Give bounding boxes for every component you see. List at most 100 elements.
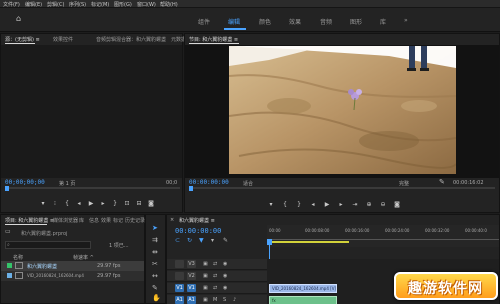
lock-icon[interactable]: ▣ (203, 273, 208, 280)
eye-icon[interactable]: ◉ (223, 261, 227, 268)
home-icon[interactable]: ⌂ (16, 14, 21, 23)
hand-tool-icon[interactable]: ✋ (152, 295, 161, 302)
track-label-v1[interactable]: V1 (187, 284, 196, 292)
source-export-frame-icon[interactable]: ◙ (147, 200, 155, 207)
razor-tool-icon[interactable]: ✂ (152, 261, 158, 268)
track-target-v2[interactable] (175, 272, 184, 280)
program-scrub-bar[interactable] (189, 187, 495, 189)
audio-clip[interactable]: fx (269, 296, 337, 304)
mic-icon[interactable]: ♪ (233, 297, 236, 304)
workspace-tab-color[interactable]: 颜色 (259, 17, 271, 26)
project-item-row[interactable]: VID_20160824_162604.mp4 29.97 fps (1, 271, 144, 281)
lock-icon[interactable]: ▣ (203, 261, 208, 268)
project-item-row[interactable]: 和六翼豹螺盏 29.97 fps (1, 261, 144, 271)
program-play-icon[interactable]: ▶ (323, 201, 331, 208)
workspace-more-icon[interactable]: » (404, 17, 408, 24)
column-name-header[interactable]: 名称 (13, 254, 23, 261)
track-label-v2[interactable]: V2 (187, 272, 196, 280)
source-step-forward-icon[interactable]: ▸ (99, 200, 107, 207)
source-insert-icon[interactable]: ⊡ (123, 200, 131, 207)
tab-info[interactable]: 信息 (89, 217, 99, 224)
program-step-forward-icon[interactable]: ▸ (337, 201, 345, 208)
snap-icon[interactable]: ⊂ (175, 237, 180, 244)
source-go-out-icon[interactable]: } (111, 200, 119, 207)
solo-icon[interactable]: S (223, 297, 226, 304)
source-mark-out-icon[interactable]: ⁝ (51, 200, 59, 207)
source-play-icon[interactable]: ▶ (87, 200, 95, 207)
program-title[interactable]: 节目: 和六翼豹螺盏 ≡ (189, 36, 238, 43)
tab-source[interactable]: 源：(无剪辑) ≡ (5, 36, 40, 43)
menu-clip[interactable]: 剪辑(C) (47, 1, 64, 8)
tab-markers[interactable]: 标记 (113, 217, 123, 224)
source-mark-in-icon[interactable]: ▾ (39, 200, 47, 207)
program-extract-icon[interactable]: ⊖ (379, 201, 387, 208)
menu-sequence[interactable]: 序列(S) (69, 1, 86, 8)
program-timecode[interactable]: 00:00:00:00 (189, 179, 229, 186)
tab-media-browser[interactable]: 媒体浏览器 (53, 217, 78, 224)
program-resolution-select[interactable]: 完整 (399, 180, 409, 187)
slip-tool-icon[interactable]: ↔ (152, 273, 158, 280)
tab-project[interactable]: 项目: 和六翼豹螺盏 ≡ (5, 217, 54, 224)
program-lift-icon[interactable]: ⊕ (365, 201, 373, 208)
timeline-title[interactable]: 和六翼豹螺盏 ≡ (179, 217, 215, 224)
add-marker-icon[interactable]: ▼ (199, 237, 204, 244)
program-go-out-icon[interactable]: ⇥ (351, 201, 359, 208)
track-target-v1[interactable]: V1 (175, 284, 184, 292)
workspace-tab-libraries[interactable]: 库 (380, 17, 386, 26)
mute-icon[interactable]: M (213, 297, 217, 304)
tab-effect-controls[interactable]: 效果控件 (53, 36, 73, 43)
track-target-v3[interactable] (175, 260, 184, 268)
program-mark-in-icon[interactable]: ▾ (267, 201, 275, 208)
menu-file[interactable]: 文件(F) (3, 1, 20, 8)
eye-icon[interactable]: ◉ (223, 273, 227, 280)
program-go-in-icon[interactable]: } (295, 201, 303, 208)
program-fit-select[interactable]: 适合 (243, 180, 253, 187)
track-select-tool-icon[interactable]: ⇉ (152, 237, 158, 244)
pen-tool-icon[interactable]: ✎ (152, 285, 158, 292)
track-label-a1[interactable]: A1 (187, 296, 196, 304)
source-timecode[interactable]: 00;00;00;00 (5, 179, 45, 186)
menu-help[interactable]: 帮助(H) (160, 1, 178, 8)
project-search-input[interactable]: ⌕ (5, 241, 91, 249)
source-go-in-icon[interactable]: { (63, 200, 71, 207)
lock-icon[interactable]: ▣ (203, 297, 208, 304)
sync-lock-icon[interactable]: ⇄ (213, 273, 217, 280)
tab-audio-clip-mixer[interactable]: 音频剪辑混合器：和六翼豹螺盏 (96, 36, 166, 43)
menu-window[interactable]: 窗口(W) (137, 1, 156, 8)
source-overwrite-icon[interactable]: ⊟ (135, 200, 143, 207)
program-playhead[interactable] (189, 186, 193, 191)
workspace-tab-editing[interactable]: 编辑 (228, 17, 240, 26)
tab-effects[interactable]: 效果 (101, 217, 111, 224)
track-target-a1[interactable]: A1 (175, 296, 184, 304)
wrench-icon[interactable]: ✎ (439, 179, 445, 186)
tab-history[interactable]: 历史记录 (125, 217, 145, 224)
workspace-tab-audio[interactable]: 音频 (320, 17, 332, 26)
track-label-v3[interactable]: V3 (187, 260, 196, 268)
menu-graphics[interactable]: 图形(G) (114, 1, 132, 8)
lock-icon[interactable]: ▣ (203, 285, 208, 292)
ripple-edit-tool-icon[interactable]: ⇹ (152, 249, 158, 256)
program-step-back-icon[interactable]: ◂ (309, 201, 317, 208)
timeline-ruler[interactable]: 00:00 00:00:08:00 00:00:16:00 00:00:24:0… (267, 225, 499, 247)
eye-icon[interactable]: ◉ (223, 285, 227, 292)
source-playhead[interactable] (5, 186, 9, 191)
work-area-bar[interactable] (269, 241, 349, 243)
linked-selection-icon[interactable]: ↻ (187, 237, 192, 244)
marker-icon[interactable]: ▾ (211, 237, 214, 244)
selection-tool-icon[interactable]: ➤ (152, 225, 158, 232)
menu-marker[interactable]: 标记(M) (91, 1, 109, 8)
close-icon[interactable]: × (170, 217, 174, 224)
program-mark-out-icon[interactable]: { (281, 201, 289, 208)
workspace-tab-assembly[interactable]: 组件 (198, 17, 210, 26)
camera-icon[interactable]: ◙ (393, 201, 401, 208)
workspace-tab-graphics[interactable]: 图形 (350, 17, 362, 26)
sync-lock-icon[interactable]: ⇄ (213, 261, 217, 268)
column-framerate-header[interactable]: 帧速率 ^ (73, 254, 94, 261)
menu-edit[interactable]: 编辑(E) (25, 1, 42, 8)
video-clip[interactable]: VID_20160824_162604.mp4 [V] (269, 284, 337, 293)
sync-lock-icon[interactable]: ⇄ (213, 285, 217, 292)
timeline-timecode[interactable]: 00:00:00:00 (175, 227, 221, 235)
source-step-back-icon[interactable]: ◂ (75, 200, 83, 207)
tab-libraries[interactable]: 库 (79, 217, 84, 224)
source-scrub-bar[interactable] (5, 187, 180, 189)
